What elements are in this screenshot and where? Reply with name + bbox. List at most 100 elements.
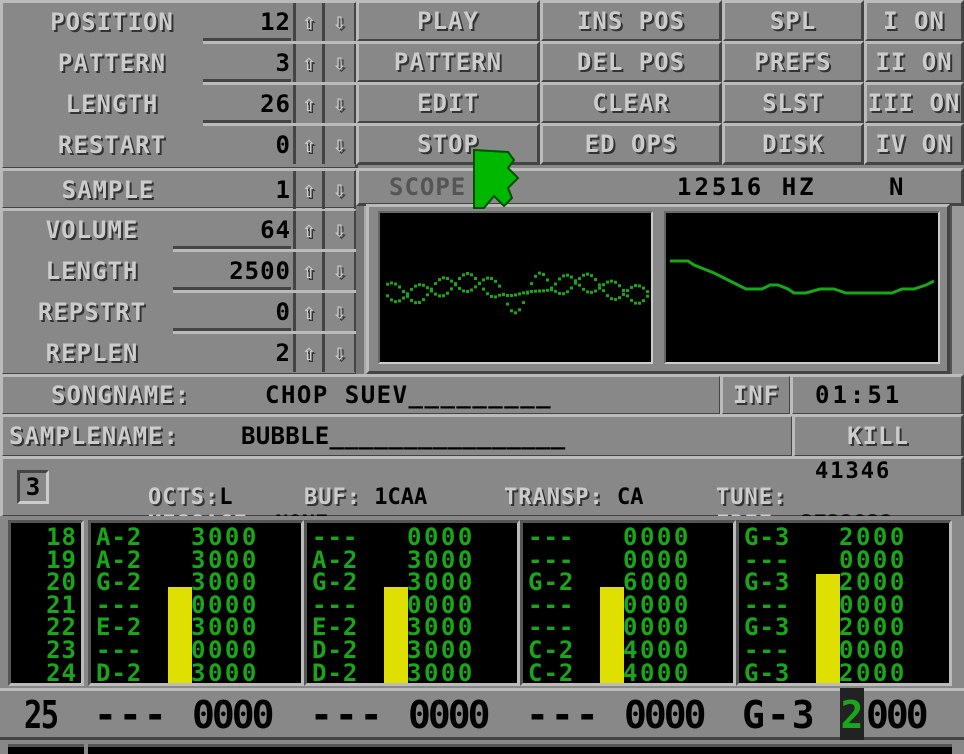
button-label: IV ON <box>875 130 953 158</box>
song-control-value[interactable]: 0 <box>203 126 291 164</box>
track-preview <box>88 744 304 754</box>
increase-button[interactable]: ⇧ <box>293 3 325 41</box>
current-effect-rest[interactable]: 000 <box>866 693 929 737</box>
sample-control-value[interactable]: 2 <box>173 334 291 372</box>
increase-button[interactable]: ⇧ <box>293 126 325 164</box>
song-control-value[interactable]: 12 <box>203 3 291 41</box>
decrease-button[interactable]: ⇩ <box>325 171 357 209</box>
sample-control-value[interactable]: 2500 <box>173 252 291 290</box>
current-note[interactable]: G-3 <box>742 693 817 737</box>
arrow-down-icon: ⇩ <box>332 217 347 243</box>
button-clear[interactable]: CLEAR <box>540 82 722 124</box>
increase-button[interactable]: ⇧ <box>293 211 325 249</box>
increase-button[interactable]: ⇧ <box>293 85 325 123</box>
song-control-value[interactable]: 3 <box>203 44 291 82</box>
button-edit[interactable]: EDIT <box>356 82 540 124</box>
track-preview <box>8 744 84 754</box>
decrease-button[interactable]: ⇩ <box>325 44 357 82</box>
button-play[interactable]: PLAY <box>356 0 540 42</box>
vu-meter <box>816 574 840 683</box>
note-cell[interactable]: G-3 <box>744 661 790 685</box>
waveform-dot <box>442 294 445 298</box>
button-ed-ops[interactable]: ED OPS <box>540 123 722 165</box>
waveform-dot <box>394 300 397 304</box>
waveform-dot <box>578 277 581 281</box>
decrease-button[interactable]: ⇩ <box>325 126 357 164</box>
note-cell[interactable]: D-2 <box>96 661 142 685</box>
button-del-pos[interactable]: DEL POS <box>540 41 722 83</box>
waveform-dot <box>430 289 433 293</box>
sample-zoom-scope[interactable] <box>664 211 940 364</box>
waveform-dot <box>606 280 609 284</box>
arrow-down-icon: ⇩ <box>332 177 347 203</box>
current-note[interactable]: --- <box>310 693 385 737</box>
effect-cell[interactable]: 3000 <box>191 661 259 685</box>
button-i-on[interactable]: I ON <box>864 0 964 42</box>
waveform-trace <box>670 259 935 295</box>
waveform-dot <box>646 290 649 294</box>
current-effect[interactable]: 0000 <box>624 693 706 737</box>
waveform-dot <box>462 273 465 277</box>
current-effect[interactable]: 0000 <box>408 693 490 737</box>
decrease-button[interactable]: ⇩ <box>325 211 357 249</box>
increase-button[interactable]: ⇧ <box>293 171 325 209</box>
vu-meter <box>600 587 624 683</box>
decrease-button[interactable]: ⇩ <box>325 85 357 123</box>
increase-button[interactable]: ⇧ <box>293 334 325 372</box>
button-pattern[interactable]: PATTERN <box>356 41 540 83</box>
decrease-button[interactable]: ⇩ <box>325 3 357 41</box>
octave-box[interactable]: 3 <box>17 470 49 504</box>
track-1[interactable]: A-2 3000 A-2 3000 G-2 3000 --- 0000 E-2 3000 --- 00… <box>88 520 304 686</box>
current-note[interactable]: --- <box>526 693 601 737</box>
waveform-dot <box>470 273 473 277</box>
track-2[interactable]: --- 0000 A-2 3000 G-2 3000 --- 0000 E-2 3000 D-2 30… <box>304 520 520 686</box>
waveform-dot <box>638 301 641 305</box>
sample-control-value[interactable]: 64 <box>173 211 291 249</box>
songname-field[interactable]: CHOP SUEV_________ <box>265 376 552 414</box>
button-label: INS POS <box>576 7 686 35</box>
time-display: 01:51 <box>790 374 964 416</box>
increase-button[interactable]: ⇧ <box>293 44 325 82</box>
effect-cell[interactable]: 3000 <box>407 661 475 685</box>
arrow-down-icon: ⇩ <box>332 91 347 117</box>
waveform-dot <box>490 277 493 280</box>
effect-cell[interactable]: 4000 <box>623 661 691 685</box>
button-ii-on[interactable]: II ON <box>864 41 964 83</box>
sample-control-value[interactable]: 0 <box>173 293 291 331</box>
decrease-button[interactable]: ⇩ <box>325 252 357 290</box>
note-cell[interactable]: D-2 <box>312 661 358 685</box>
button-iv-on[interactable]: IV ON <box>864 123 964 165</box>
waveform-dot <box>530 290 533 293</box>
sample-waveform-scope[interactable] <box>378 211 653 364</box>
button-prefs[interactable]: PREFS <box>722 41 864 83</box>
track-3[interactable]: --- 0000 --- 0000 G-2 6000 --- 0000 --- 0000 C-2 40… <box>520 520 736 686</box>
arrow-up-icon: ⇧ <box>302 217 316 243</box>
button-spl[interactable]: SPL <box>722 0 864 42</box>
button-label: DISK <box>762 130 824 158</box>
song-control-value[interactable]: 26 <box>203 85 291 123</box>
note-cell[interactable]: C-2 <box>528 661 574 685</box>
scope-mode: N <box>889 173 904 201</box>
increase-button[interactable]: ⇧ <box>293 293 325 331</box>
sample-control-value[interactable]: 1 <box>173 171 291 209</box>
decrease-button[interactable]: ⇩ <box>325 334 357 372</box>
track-4[interactable]: G-3 2000 --- 0000 G-3 2000 --- 0000 G-3 2000 --- 00… <box>736 520 952 686</box>
button-iii-on[interactable]: III ON <box>864 82 964 124</box>
samplename-field[interactable]: BUBBLE________________ <box>241 417 565 455</box>
waveform-dot <box>390 281 393 285</box>
kill-button[interactable]: KILL <box>792 414 964 458</box>
increase-button[interactable]: ⇧ <box>293 252 325 290</box>
current-note[interactable]: --- <box>94 693 169 737</box>
button-disk[interactable]: DISK <box>722 123 864 165</box>
button-slst[interactable]: SLST <box>722 82 864 124</box>
button-ins-pos[interactable]: INS POS <box>540 0 722 42</box>
waveform-dot <box>618 296 621 300</box>
inf-button[interactable]: INF <box>720 374 792 416</box>
edit-cursor[interactable]: 2 <box>840 688 864 740</box>
waveform-dot <box>386 282 389 286</box>
buf-value: 1CAA <box>374 485 428 510</box>
current-effect[interactable]: 0000 <box>192 693 274 737</box>
decrease-button[interactable]: ⇩ <box>325 293 357 331</box>
effect-cell[interactable]: 2000 <box>839 661 907 685</box>
waveform-dot <box>482 287 485 291</box>
